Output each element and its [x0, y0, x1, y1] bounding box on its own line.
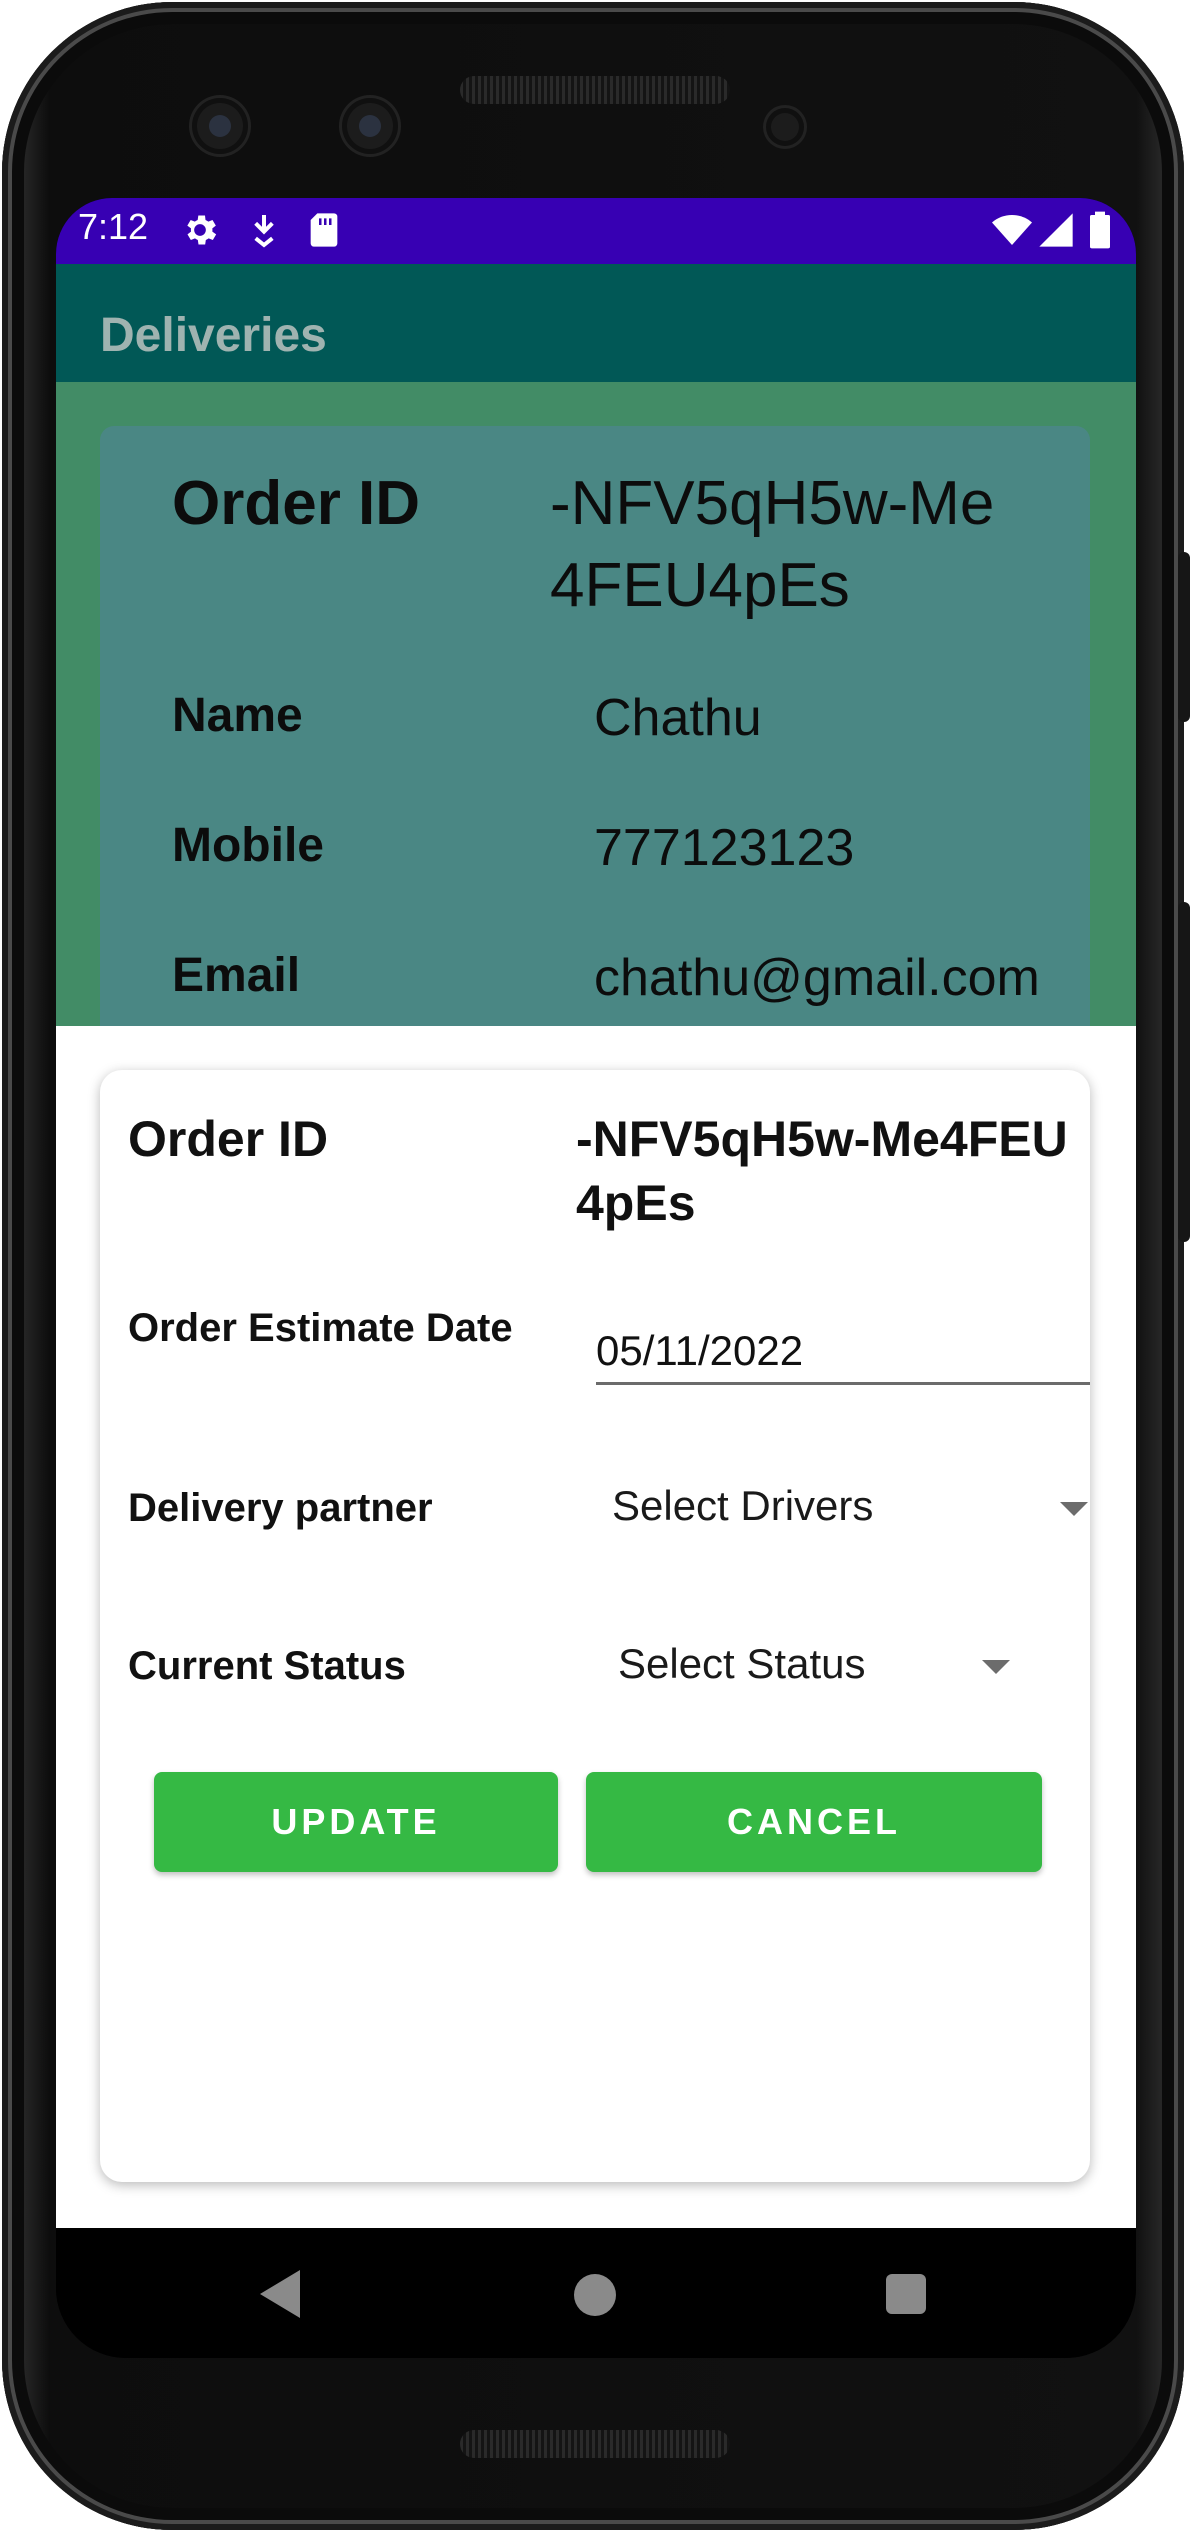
chevron-down-icon [982, 1660, 1010, 1674]
volume-button [1178, 902, 1190, 1242]
current-status-dropdown[interactable]: Select Status [618, 1630, 1018, 1700]
mobile-label: Mobile [172, 819, 324, 872]
app-toolbar: Deliveries [56, 264, 1136, 382]
cancel-button[interactable]: CANCEL [586, 1772, 1042, 1872]
gear-icon [187, 215, 217, 245]
estimate-date-label: Order Estimate Date [128, 1306, 513, 1350]
cell-signal-icon [1039, 213, 1073, 247]
delivery-partner-label: Delivery partner [128, 1486, 433, 1530]
home-icon[interactable] [574, 2274, 616, 2316]
toolbar-title: Deliveries [100, 309, 327, 362]
mobile-value: 777123123 [594, 819, 855, 877]
order-id-value-line2: 4FEU4pEs [550, 551, 850, 620]
estimate-date-field[interactable] [596, 1324, 1090, 1385]
update-dialog-sheet: Order ID -NFV5qH5w-Me4FEU 4pEs Order Est… [56, 1026, 1136, 2228]
current-status-label: Current Status [128, 1644, 406, 1688]
power-button [1178, 552, 1190, 722]
screen: 7:12 Deliveries Order ID -NFV5qH5w-Me 4F… [56, 198, 1136, 2358]
wifi-icon [992, 215, 1032, 245]
delivery-partner-dropdown[interactable]: Select Drivers [612, 1472, 1090, 1542]
front-camera-icon [192, 98, 248, 154]
order-id-label: Order ID [172, 469, 421, 538]
update-button[interactable]: UPDATE [154, 1772, 558, 1872]
status-bar: 7:12 [56, 198, 1136, 264]
recents-icon[interactable] [886, 2274, 926, 2314]
current-status-selected: Select Status [618, 1640, 866, 1687]
order-id-value-line1: -NFV5qH5w-Me [550, 469, 995, 538]
email-value: chathu@gmail.com [594, 949, 1040, 1007]
delivery-partner-selected: Select Drivers [612, 1482, 874, 1529]
front-sensor-icon [342, 98, 398, 154]
name-label: Name [172, 689, 303, 742]
name-value: Chathu [594, 689, 762, 747]
battery-icon [1090, 211, 1110, 249]
navigation-bar [56, 2228, 1136, 2358]
download-icon [254, 215, 274, 248]
sd-card-icon [310, 213, 338, 247]
phone-frame: 7:12 Deliveries Order ID -NFV5qH5w-Me 4F… [2, 2, 1190, 2530]
top-speaker [460, 76, 730, 104]
email-label: Email [172, 949, 301, 1002]
dialog-order-id-value-line2: 4pEs [576, 1175, 696, 1231]
status-time: 7:12 [78, 206, 149, 247]
chevron-down-icon [1060, 1502, 1088, 1516]
dialog-order-id-value-line1: -NFV5qH5w-Me4FEU [576, 1111, 1068, 1167]
back-icon[interactable] [260, 2270, 300, 2318]
update-dialog: Order ID -NFV5qH5w-Me4FEU 4pEs Order Est… [100, 1070, 1090, 2182]
dialog-order-id-label: Order ID [128, 1111, 329, 1167]
bottom-speaker [460, 2430, 730, 2458]
proximity-sensor-icon [766, 108, 804, 146]
